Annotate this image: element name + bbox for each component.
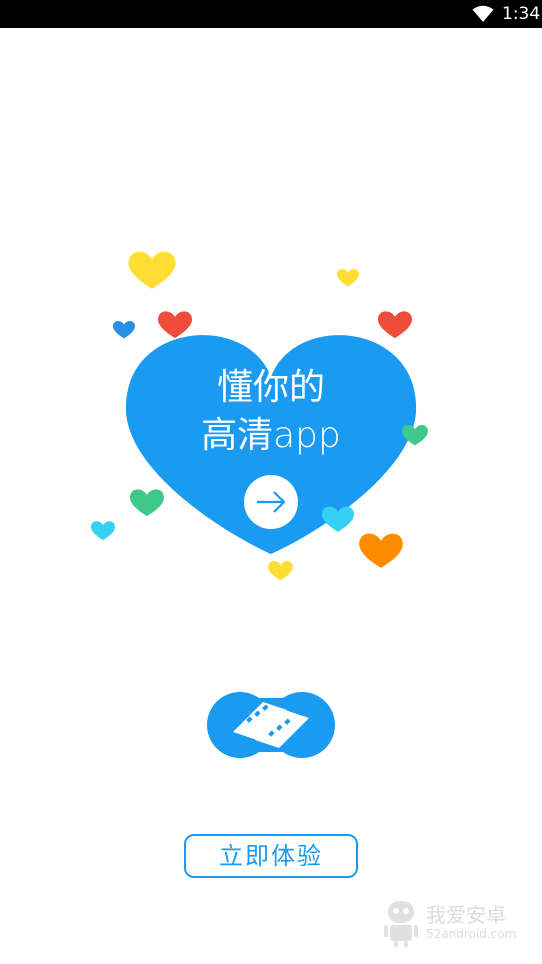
- watermark-title: 我爱安卓: [426, 903, 506, 927]
- green-heart-icon: [402, 424, 428, 446]
- orange-heart-icon: [359, 533, 403, 568]
- red-heart-icon: [158, 311, 192, 339]
- try-now-button[interactable]: 立即体验: [184, 834, 358, 878]
- green-heart-icon: [130, 489, 164, 517]
- status-bar: 1:34: [0, 0, 542, 28]
- slogan-line-2: 高清app: [201, 415, 341, 456]
- cyan-heart-icon: [322, 506, 354, 532]
- watermark-subtitle: 52android.com: [426, 927, 517, 941]
- enter-arrow-button[interactable]: [244, 475, 298, 529]
- android-robot-icon: [384, 901, 418, 947]
- watermark: 我爱安卓 52android.com: [382, 895, 532, 950]
- blue-heart-icon: [113, 320, 135, 339]
- hero-section: 懂你的 高清app: [0, 230, 542, 590]
- status-time: 1:34: [502, 4, 541, 24]
- yellow-heart-icon: [268, 560, 293, 581]
- yellow-heart-icon: [337, 268, 359, 287]
- red-heart-icon: [378, 311, 412, 339]
- slogan-line-1: 懂你的: [216, 367, 325, 408]
- arrow-right-icon: [257, 491, 286, 513]
- cyan-heart-icon: [91, 521, 115, 541]
- yellow-heart-icon: [128, 251, 176, 289]
- wifi-icon: [472, 5, 494, 22]
- infinity-film-logo-icon: [207, 692, 335, 758]
